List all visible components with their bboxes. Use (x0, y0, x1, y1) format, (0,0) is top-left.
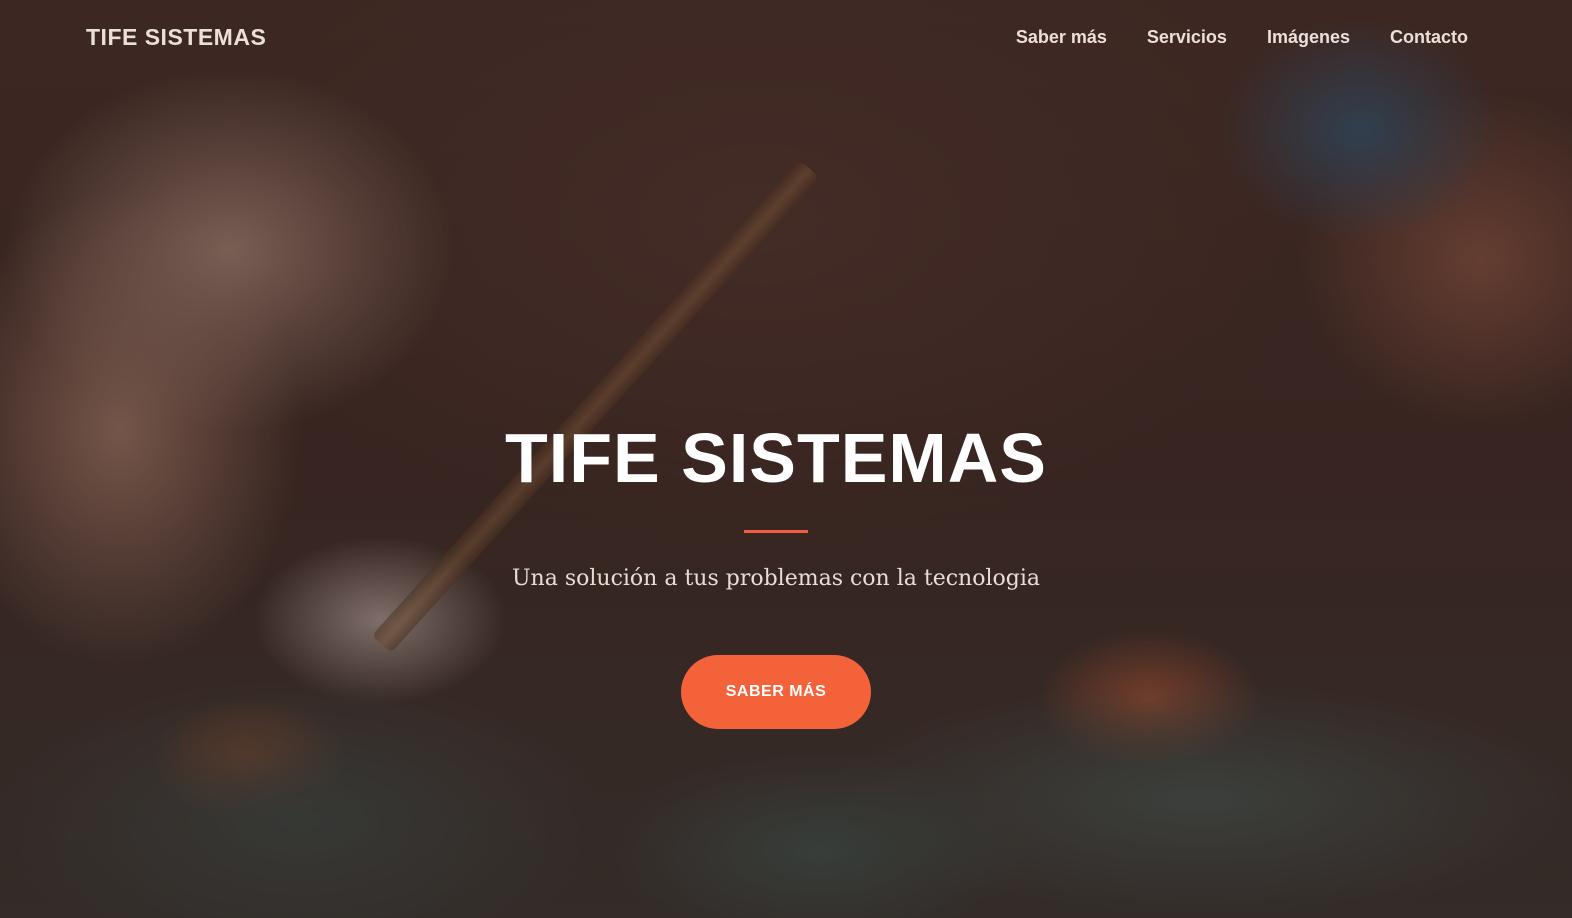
nav-link-saber-mas[interactable]: Saber más (1016, 27, 1107, 48)
nav-link-imagenes[interactable]: Imágenes (1267, 27, 1350, 48)
nav-links: Saber más Servicios Imágenes Contacto (1016, 27, 1468, 48)
brand-link[interactable]: TIFE SISTEMAS (86, 24, 266, 51)
nav-link-contacto[interactable]: Contacto (1390, 27, 1468, 48)
nav-link-servicios[interactable]: Servicios (1147, 27, 1227, 48)
hero-section: TIFE SISTEMAS Saber más Servicios Imágen… (0, 0, 1572, 918)
hero-content: TIFE SISTEMAS Una solución a tus problem… (0, 410, 1552, 729)
hero-title: TIFE SISTEMAS (505, 419, 1047, 497)
title-divider (744, 530, 808, 533)
navbar: TIFE SISTEMAS Saber más Servicios Imágen… (0, 0, 1572, 78)
saber-mas-button[interactable]: SABER MÁS (681, 655, 871, 729)
hero-subtitle: Una solución a tus problemas con la tecn… (512, 566, 1040, 591)
